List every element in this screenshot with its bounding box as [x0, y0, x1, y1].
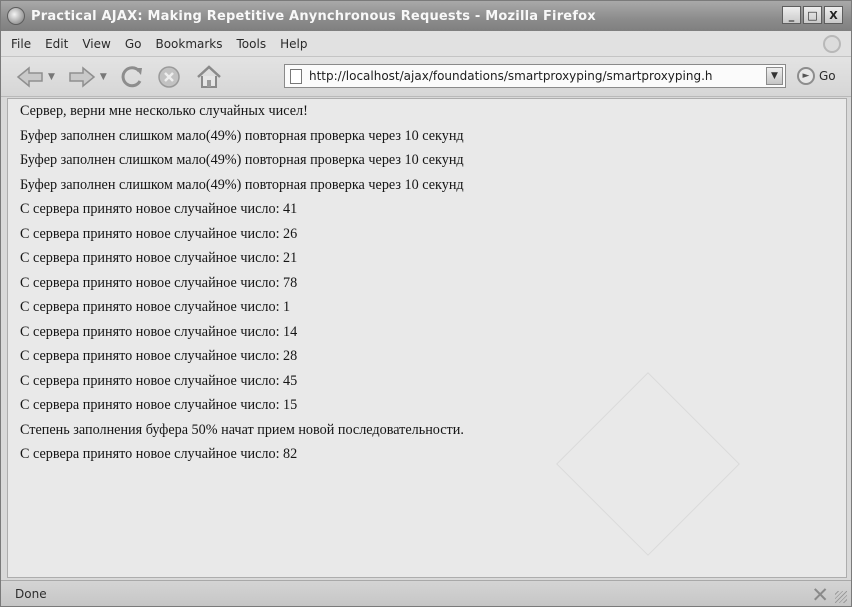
back-button[interactable]: ▼ [15, 62, 55, 92]
log-line: Сервер, верни мне несколько случайных чи… [20, 103, 308, 119]
close-button[interactable]: X [824, 6, 843, 24]
reload-icon [121, 65, 142, 87]
status-bar: Done ✕ [1, 580, 851, 607]
url-dropdown-icon[interactable]: ▼ [766, 67, 783, 85]
menu-bar: File Edit View Go Bookmarks Tools Help [1, 31, 851, 57]
menu-edit[interactable]: Edit [45, 37, 68, 51]
navigation-toolbar: ▼ ▼ http://localhost/ajax/foundations/sm… [1, 57, 851, 97]
log-line: С сервера принято новое случайное число:… [20, 201, 298, 217]
go-icon: ► [797, 67, 815, 85]
log-line: Буфер заполнен слишком мало(49%) повторн… [20, 127, 464, 144]
status-text: Done [15, 586, 47, 601]
log-line: Степень заполнения буфера 50% начат прие… [20, 421, 464, 438]
log-line: С сервера принято новое случайное число:… [20, 250, 298, 266]
window-title: Practical AJAX: Making Repetitive Anynch… [31, 8, 596, 24]
url-bar[interactable]: http://localhost/ajax/foundations/smartp… [284, 64, 786, 88]
title-bar[interactable]: Practical AJAX: Making Repetitive Anynch… [1, 1, 851, 31]
forward-icon [69, 65, 96, 88]
log-line: Буфер заполнен слишком мало(49%) повторн… [20, 152, 464, 168]
stop-button[interactable] [157, 62, 181, 92]
log-line: С сервера принято новое случайное число:… [20, 299, 291, 315]
log-line: Буфер заполнен слишком мало(49%) повторн… [20, 176, 464, 193]
maximize-button[interactable]: □ [803, 6, 822, 24]
go-button[interactable]: ► Go [797, 67, 836, 85]
firefox-icon [7, 7, 25, 25]
window-controls: _ □ X [782, 6, 843, 24]
menu-view[interactable]: View [82, 37, 110, 51]
throbber-icon [823, 35, 841, 53]
log-line: С сервера принято новое случайное число:… [20, 348, 298, 364]
reload-button[interactable] [119, 62, 145, 92]
log-line: С сервера принято новое случайное число:… [20, 225, 298, 242]
home-icon [197, 64, 221, 88]
log-line: С сервера принято новое случайное число:… [20, 323, 298, 340]
page-icon [290, 68, 302, 84]
go-label: Go [819, 69, 836, 83]
forward-dropdown-icon[interactable]: ▼ [100, 72, 107, 82]
page-content: Сервер, верни мне несколько случайных чи… [7, 98, 847, 578]
browser-window: Practical AJAX: Making Repetitive Anynch… [0, 0, 852, 607]
menu-file[interactable]: File [11, 37, 31, 51]
menu-bookmarks[interactable]: Bookmarks [155, 37, 222, 51]
log-line: С сервера принято новое случайное число:… [20, 274, 298, 291]
home-button[interactable] [195, 62, 223, 92]
back-icon [16, 65, 43, 88]
back-dropdown-icon[interactable]: ▼ [48, 72, 55, 82]
log-line: С сервера принято новое случайное число:… [20, 372, 298, 389]
stop-icon [158, 65, 180, 88]
log-line: С сервера принято новое случайное число:… [20, 397, 298, 413]
menu-go[interactable]: Go [125, 37, 142, 51]
url-input[interactable]: http://localhost/ajax/foundations/smartp… [309, 69, 765, 83]
menu-tools[interactable]: Tools [237, 37, 267, 51]
minimize-button[interactable]: _ [782, 6, 801, 24]
resize-grip-icon[interactable] [835, 591, 847, 603]
menu-help[interactable]: Help [280, 37, 307, 51]
forward-button[interactable]: ▼ [67, 62, 107, 92]
status-close-icon[interactable]: ✕ [811, 583, 829, 607]
